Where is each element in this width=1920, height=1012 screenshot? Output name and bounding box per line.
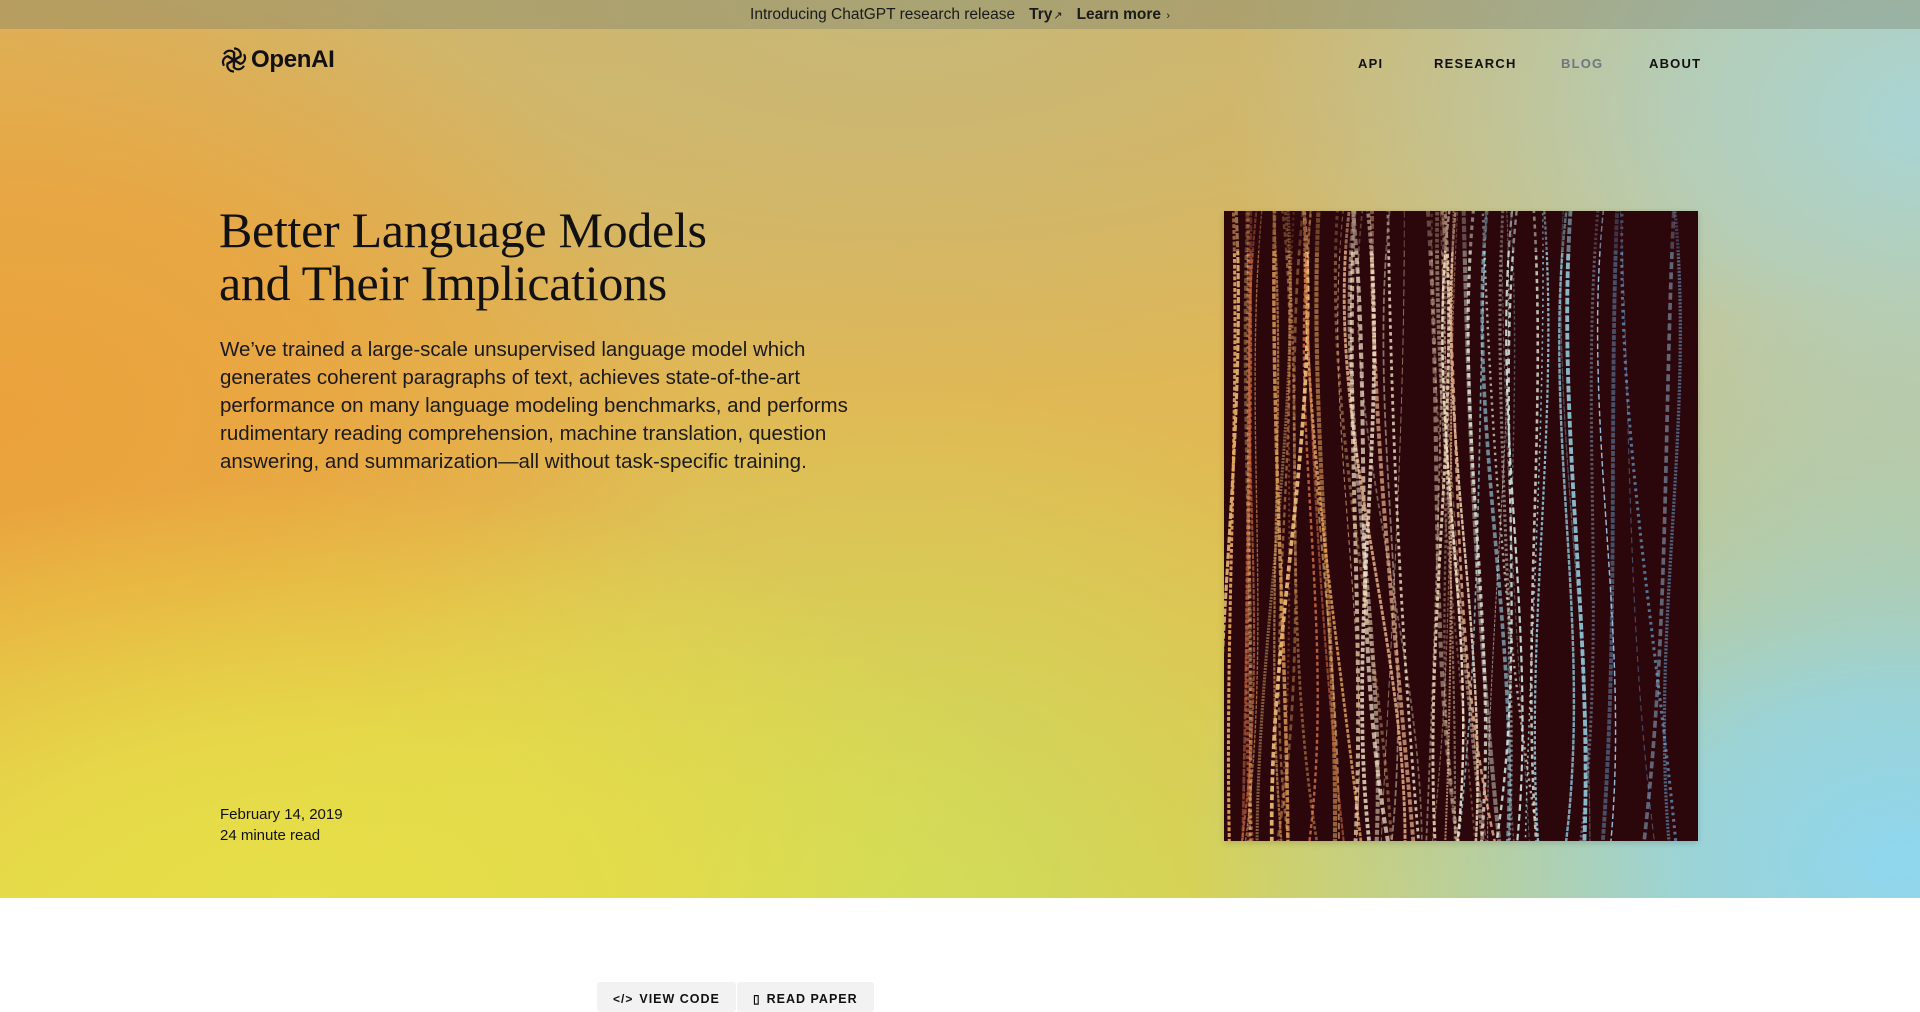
banner-learn-more-link[interactable]: Learn more › (1077, 6, 1170, 24)
view-code-button[interactable]: </> VIEW CODE (597, 982, 736, 1012)
cover-artwork (1224, 211, 1698, 841)
nav-blog[interactable]: BLOG (1561, 56, 1603, 71)
brand-name: OpenAI (251, 46, 335, 73)
publish-date: February 14, 2019 (220, 806, 343, 823)
chevron-right-icon: › (1166, 9, 1170, 22)
text-streams-artwork (1224, 211, 1698, 841)
read-paper-label: READ PAPER (766, 992, 858, 1006)
openai-logo-icon (219, 47, 249, 73)
read-paper-button[interactable]: ▯ READ PAPER (737, 982, 874, 1012)
title-line-1: Better Language Models (219, 202, 707, 258)
read-time: 24 minute read (220, 827, 321, 844)
nav-api[interactable]: API (1358, 56, 1383, 71)
view-code-label: VIEW CODE (639, 992, 720, 1006)
document-icon: ▯ (753, 992, 761, 1006)
page-title: Better Language Models and Their Implica… (219, 204, 919, 310)
code-icon: </> (613, 992, 634, 1006)
banner-intro-text: Introducing ChatGPT research release (750, 5, 1016, 23)
openai-logo[interactable]: OpenAI (219, 45, 335, 75)
banner-try-link[interactable]: Try↗ (1029, 6, 1062, 24)
nav-about[interactable]: ABOUT (1649, 56, 1701, 71)
external-link-icon: ↗ (1053, 9, 1063, 22)
announcement-banner[interactable]: Introducing ChatGPT research release Try… (0, 0, 1920, 29)
title-line-2: and Their Implications (219, 255, 667, 311)
article-meta: February 14, 2019 24 minute read (220, 804, 343, 846)
nav-research[interactable]: RESEARCH (1434, 56, 1517, 71)
article-description: We’ve trained a large-scale unsupervised… (220, 338, 848, 473)
